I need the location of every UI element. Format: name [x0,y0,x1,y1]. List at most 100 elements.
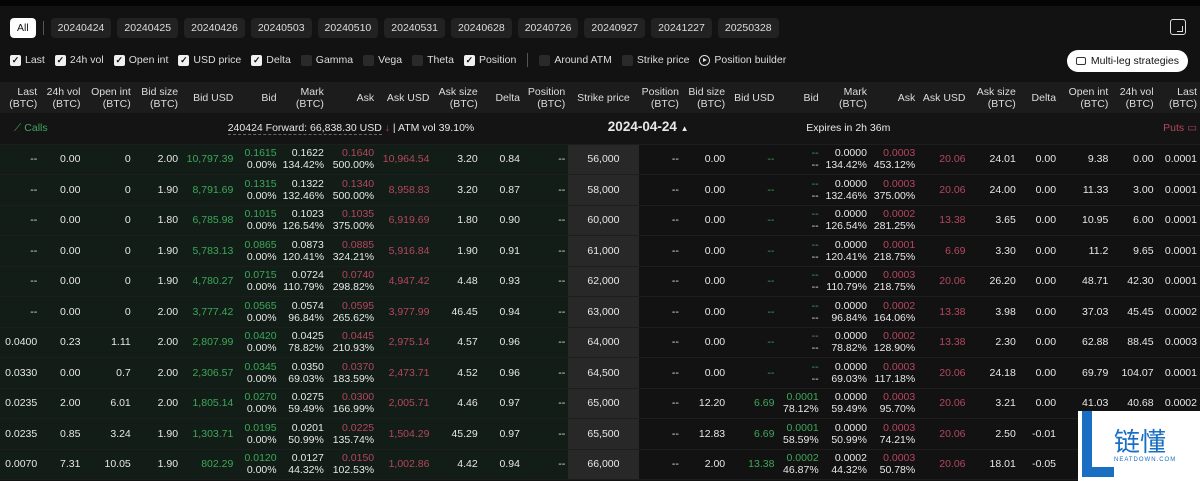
checkbox[interactable] [539,54,551,66]
put-cell[interactable]: 24.18 [968,357,1019,389]
call-cell[interactable]: 1,303.71 [181,418,237,450]
put-price-cell[interactable]: -- -- [777,266,822,297]
put-cell[interactable]: 11.2 [1059,235,1112,267]
call-cell[interactable]: 10.05 [83,449,134,480]
put-cell[interactable]: 0.0003 [1156,327,1200,358]
call-cell[interactable]: 0.00 [40,266,84,297]
call-cell[interactable]: 1,504.29 [377,418,433,450]
fullscreen-icon[interactable] [1170,19,1186,35]
put-cell[interactable]: -- [728,296,778,328]
put-cell[interactable]: 18.01 [968,449,1019,480]
put-price-cell[interactable]: 0.0002 281.25% [869,205,919,236]
call-cell[interactable]: 45.29 [432,418,481,450]
put-cell[interactable]: 6.69 [728,418,778,450]
put-price-cell[interactable]: 0.0001 218.75% [869,235,919,267]
put-price-cell[interactable]: -- -- [777,357,822,389]
tab-20240510[interactable]: 20240510 [317,18,379,38]
put-price-cell[interactable]: -- -- [777,174,822,206]
put-price-cell[interactable]: 0.0000 110.79% [821,266,870,297]
table-row[interactable]: -- 0.00 0 1.90 5,783.13 0.0865 0.00% 0.0873 120.… [0,235,1200,267]
put-cell[interactable]: 9.38 [1059,144,1112,175]
calls-label[interactable]: ⟋ Calls [0,113,134,145]
put-cell[interactable]: 0.0001 [1156,144,1200,175]
put-cell[interactable]: 0.00 [1018,327,1060,358]
option-position[interactable]: ✓ Position [463,54,516,66]
put-cell[interactable]: 2.00 [681,449,729,480]
put-cell[interactable]: 3.21 [968,388,1019,419]
put-price-cell[interactable]: -- -- [777,144,822,175]
put-cell[interactable]: 0.0001 [1156,235,1200,267]
call-price-cell[interactable]: 0.0445 210.93% [326,327,378,358]
call-price-cell[interactable]: 0.0350 69.03% [279,357,327,389]
call-cell[interactable]: 46.45 [432,296,481,328]
call-price-cell[interactable]: 0.0270 0.00% [236,388,280,419]
call-cell[interactable]: 0.00 [40,205,84,236]
table-row[interactable]: 0.0070 7.31 10.05 1.90 802.29 0.0120 0.00% 0.01… [0,449,1200,480]
put-cell[interactable]: 3.00 [1111,174,1157,206]
call-cell[interactable]: 6,785.98 [181,205,237,236]
put-cell[interactable]: 20.06 [918,174,969,206]
put-cell[interactable]: 20.06 [918,418,969,450]
call-cell[interactable]: 0.93 [480,266,523,297]
put-cell[interactable]: 62.88 [1059,327,1112,358]
call-price-cell[interactable]: 0.0873 120.41% [279,235,327,267]
put-cell[interactable]: -- [638,235,682,267]
call-cell[interactable]: 0.94 [480,296,523,328]
call-cell[interactable]: 6.01 [83,388,134,419]
put-cell[interactable]: 11.33 [1059,174,1112,206]
put-cell[interactable]: 88.45 [1111,327,1157,358]
option-delta[interactable]: ✓ Delta [251,54,291,66]
call-cell[interactable]: 0.84 [480,144,523,175]
call-cell[interactable]: 1.11 [83,327,134,358]
put-price-cell[interactable]: 0.0003 375.00% [869,174,919,206]
call-cell[interactable]: 1.80 [432,205,481,236]
put-cell[interactable]: 42.30 [1111,266,1157,297]
put-cell[interactable]: 0.00 [1018,266,1060,297]
call-cell[interactable]: 3,977.99 [377,296,433,328]
call-price-cell[interactable]: 0.0201 50.99% [279,418,327,450]
call-cell[interactable]: 1.90 [133,174,182,206]
put-cell[interactable]: 0.00 [681,266,729,297]
put-cell[interactable]: 2.30 [968,327,1019,358]
put-price-cell[interactable]: 0.0002 128.90% [869,327,919,358]
call-cell[interactable]: -- [522,205,569,236]
put-cell[interactable]: -- [728,205,778,236]
put-price-cell[interactable]: -- -- [777,327,822,358]
put-price-cell[interactable]: 0.0003 74.21% [869,418,919,450]
put-cell[interactable]: -- [638,418,682,450]
put-cell[interactable]: 45.45 [1111,296,1157,328]
put-cell[interactable]: 10.95 [1059,205,1112,236]
put-cell[interactable]: 0.00 [1018,205,1060,236]
call-cell[interactable]: 6,919.69 [377,205,433,236]
put-cell[interactable]: 6.00 [1111,205,1157,236]
call-cell[interactable]: -- [522,327,569,358]
call-cell[interactable]: 0.90 [480,205,523,236]
call-cell[interactable]: 1.90 [133,235,182,267]
put-cell[interactable]: 0.0002 [1156,296,1200,328]
option-vega[interactable]: Vega [363,54,402,66]
call-cell[interactable]: -- [522,174,569,206]
call-price-cell[interactable]: 0.0300 166.99% [326,388,378,419]
put-cell[interactable]: 0.00 [1018,174,1060,206]
put-cell[interactable]: -- [638,449,682,480]
call-cell[interactable]: 2.00 [133,144,182,175]
put-price-cell[interactable]: 0.0000 132.46% [821,174,870,206]
put-price-cell[interactable]: 0.0002 46.87% [777,449,822,480]
call-cell[interactable]: 0.7 [83,357,134,389]
call-cell[interactable]: 2,807.99 [181,327,237,358]
call-cell[interactable]: 0.96 [480,357,523,389]
checkbox[interactable] [621,54,633,66]
put-cell[interactable]: 24.01 [968,144,1019,175]
put-price-cell[interactable]: 0.0000 96.84% [821,296,870,328]
call-price-cell[interactable]: 0.0225 135.74% [326,418,378,450]
call-price-cell[interactable]: 0.0195 0.00% [236,418,280,450]
call-cell[interactable]: 3.20 [432,174,481,206]
put-price-cell[interactable]: 0.0000 126.54% [821,205,870,236]
call-cell[interactable]: 4.57 [432,327,481,358]
put-cell[interactable]: 37.03 [1059,296,1112,328]
put-price-cell[interactable]: -- -- [777,296,822,328]
put-cell[interactable]: -- [638,144,682,175]
call-cell[interactable]: 3.24 [83,418,134,450]
call-cell[interactable]: 1.90 [133,418,182,450]
put-cell[interactable]: -- [638,205,682,236]
